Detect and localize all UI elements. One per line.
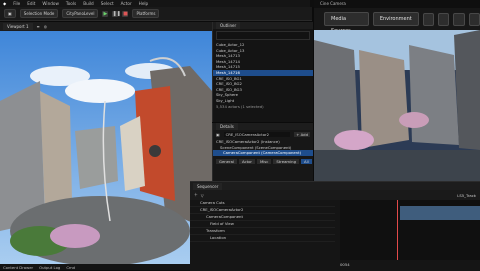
menu-help[interactable]: Help: [139, 1, 149, 6]
viewport-header: Viewport 1 ≡ ◎: [0, 22, 212, 31]
menu-file[interactable]: File: [13, 1, 20, 6]
details-header: Details: [213, 123, 313, 130]
track-row[interactable]: Field of View: [190, 221, 335, 228]
track-list: Camera Cuts CRE_ISOCameraActor2 CameraCo…: [190, 200, 335, 242]
track-row[interactable]: CameraComponent: [190, 214, 335, 221]
playhead[interactable]: [397, 200, 398, 260]
filter-all[interactable]: All: [300, 158, 312, 164]
filter-actor[interactable]: Actor: [238, 158, 255, 164]
outliner-tab[interactable]: Outliner: [216, 22, 241, 29]
track-row[interactable]: CRE_ISOCameraActor2: [190, 207, 335, 214]
details-actor-row: ▣ CRE_ISOCameraActor2 + Add: [213, 130, 313, 139]
actor-name-field[interactable]: CRE_ISOCameraActor2: [223, 132, 291, 137]
wifi-icon[interactable]: [422, 12, 435, 26]
details-tab[interactable]: Details: [216, 123, 238, 130]
cine-camera-canvas[interactable]: [314, 30, 480, 181]
filter-misc[interactable]: Misc: [256, 158, 272, 164]
sequencer-tab[interactable]: Sequencer: [193, 182, 223, 190]
details-filter-bar: General Actor Misc Streaming All: [213, 156, 313, 167]
sequencer-header: Sequencer: [190, 182, 480, 190]
settings-icon[interactable]: [453, 12, 465, 26]
panorama-scene: [0, 31, 212, 264]
save-icon[interactable]: ▣: [4, 9, 16, 18]
platforms-dropdown[interactable]: Platforms: [132, 9, 160, 18]
outliner-search-input[interactable]: [216, 31, 310, 40]
filter-general[interactable]: General: [216, 158, 237, 164]
viewport-tab[interactable]: Viewport 1: [3, 23, 33, 30]
output-log-button[interactable]: Output Log: [39, 265, 60, 270]
sequencer-toolbar: ＋ ▽ LS5_Track: [190, 190, 480, 200]
filter-icon[interactable]: ▽: [201, 193, 204, 198]
camera-cut-clip[interactable]: [400, 206, 480, 220]
cine-scene: [314, 30, 480, 181]
track-row[interactable]: Location: [190, 235, 335, 242]
environment-button[interactable]: Environment: [372, 12, 419, 26]
pause-button-icon[interactable]: ❚❚: [112, 10, 121, 17]
camera-icon: ▣: [216, 132, 220, 137]
add-component-button[interactable]: + Add: [294, 132, 310, 137]
filter-streaming[interactable]: Streaming: [273, 158, 299, 164]
viewport-canvas[interactable]: [0, 31, 212, 264]
level-dropdown[interactable]: CityPanoLevel: [62, 9, 99, 18]
outliner-footer: 5,534 actors (1 selected): [216, 103, 264, 109]
track-row[interactable]: Transform: [190, 228, 335, 235]
menu-window[interactable]: Window: [42, 1, 59, 6]
menu-tools[interactable]: Tools: [66, 1, 76, 6]
details-panel: Details ▣ CRE_ISOCameraActor2 + Add CRE_…: [212, 123, 313, 181]
outliner-header: Outliner: [213, 22, 313, 29]
menu-actor[interactable]: Actor: [121, 1, 132, 6]
content-drawer-button[interactable]: Content Drawer: [3, 265, 33, 270]
sequence-name: LS5_Track: [457, 192, 476, 198]
selection-mode-dropdown[interactable]: Selection Mode: [19, 9, 59, 18]
timeline-area[interactable]: [340, 200, 480, 260]
chevron-right-icon[interactable]: [468, 12, 480, 26]
menu-edit[interactable]: Edit: [27, 1, 35, 6]
outliner-panel: Outliner Cube_Actor_12 Cube_Actor_13 Mes…: [212, 22, 313, 122]
cine-toolbar: Media Sources Environment: [314, 8, 480, 34]
component-row-selected[interactable]: CameraComponent (CameraComponent): [213, 150, 313, 156]
main-toolbar: ▣ Selection Mode CityPanoLevel ▶ ❚❚ ■ Pl…: [0, 7, 312, 21]
cine-title: Cine Camera: [314, 0, 480, 8]
add-track-icon[interactable]: ＋: [194, 192, 198, 198]
stop-button-icon[interactable]: ■: [122, 10, 129, 17]
play-button-icon[interactable]: ▶: [102, 10, 109, 17]
camera-icon[interactable]: [438, 12, 450, 26]
sequencer-panel: Sequencer ＋ ▽ LS5_Track Camera Cuts CRE_…: [190, 181, 480, 271]
perspective-icon[interactable]: ◎: [44, 24, 47, 29]
menu-select[interactable]: Select: [101, 1, 114, 6]
cmd-input[interactable]: Cmd: [66, 265, 75, 270]
status-bar: Content Drawer Output Log Cmd: [0, 264, 190, 270]
hamburger-icon[interactable]: ≡: [37, 24, 40, 29]
app-logo-icon[interactable]: ◆: [3, 1, 6, 6]
outliner-list: Cube_Actor_12 Cube_Actor_13 Mesh_14713 M…: [213, 42, 313, 104]
menu-build[interactable]: Build: [83, 1, 94, 6]
track-row[interactable]: Camera Cuts: [190, 200, 335, 207]
media-sources-button[interactable]: Media Sources: [324, 12, 369, 34]
frame-counter: 0054: [340, 262, 350, 267]
